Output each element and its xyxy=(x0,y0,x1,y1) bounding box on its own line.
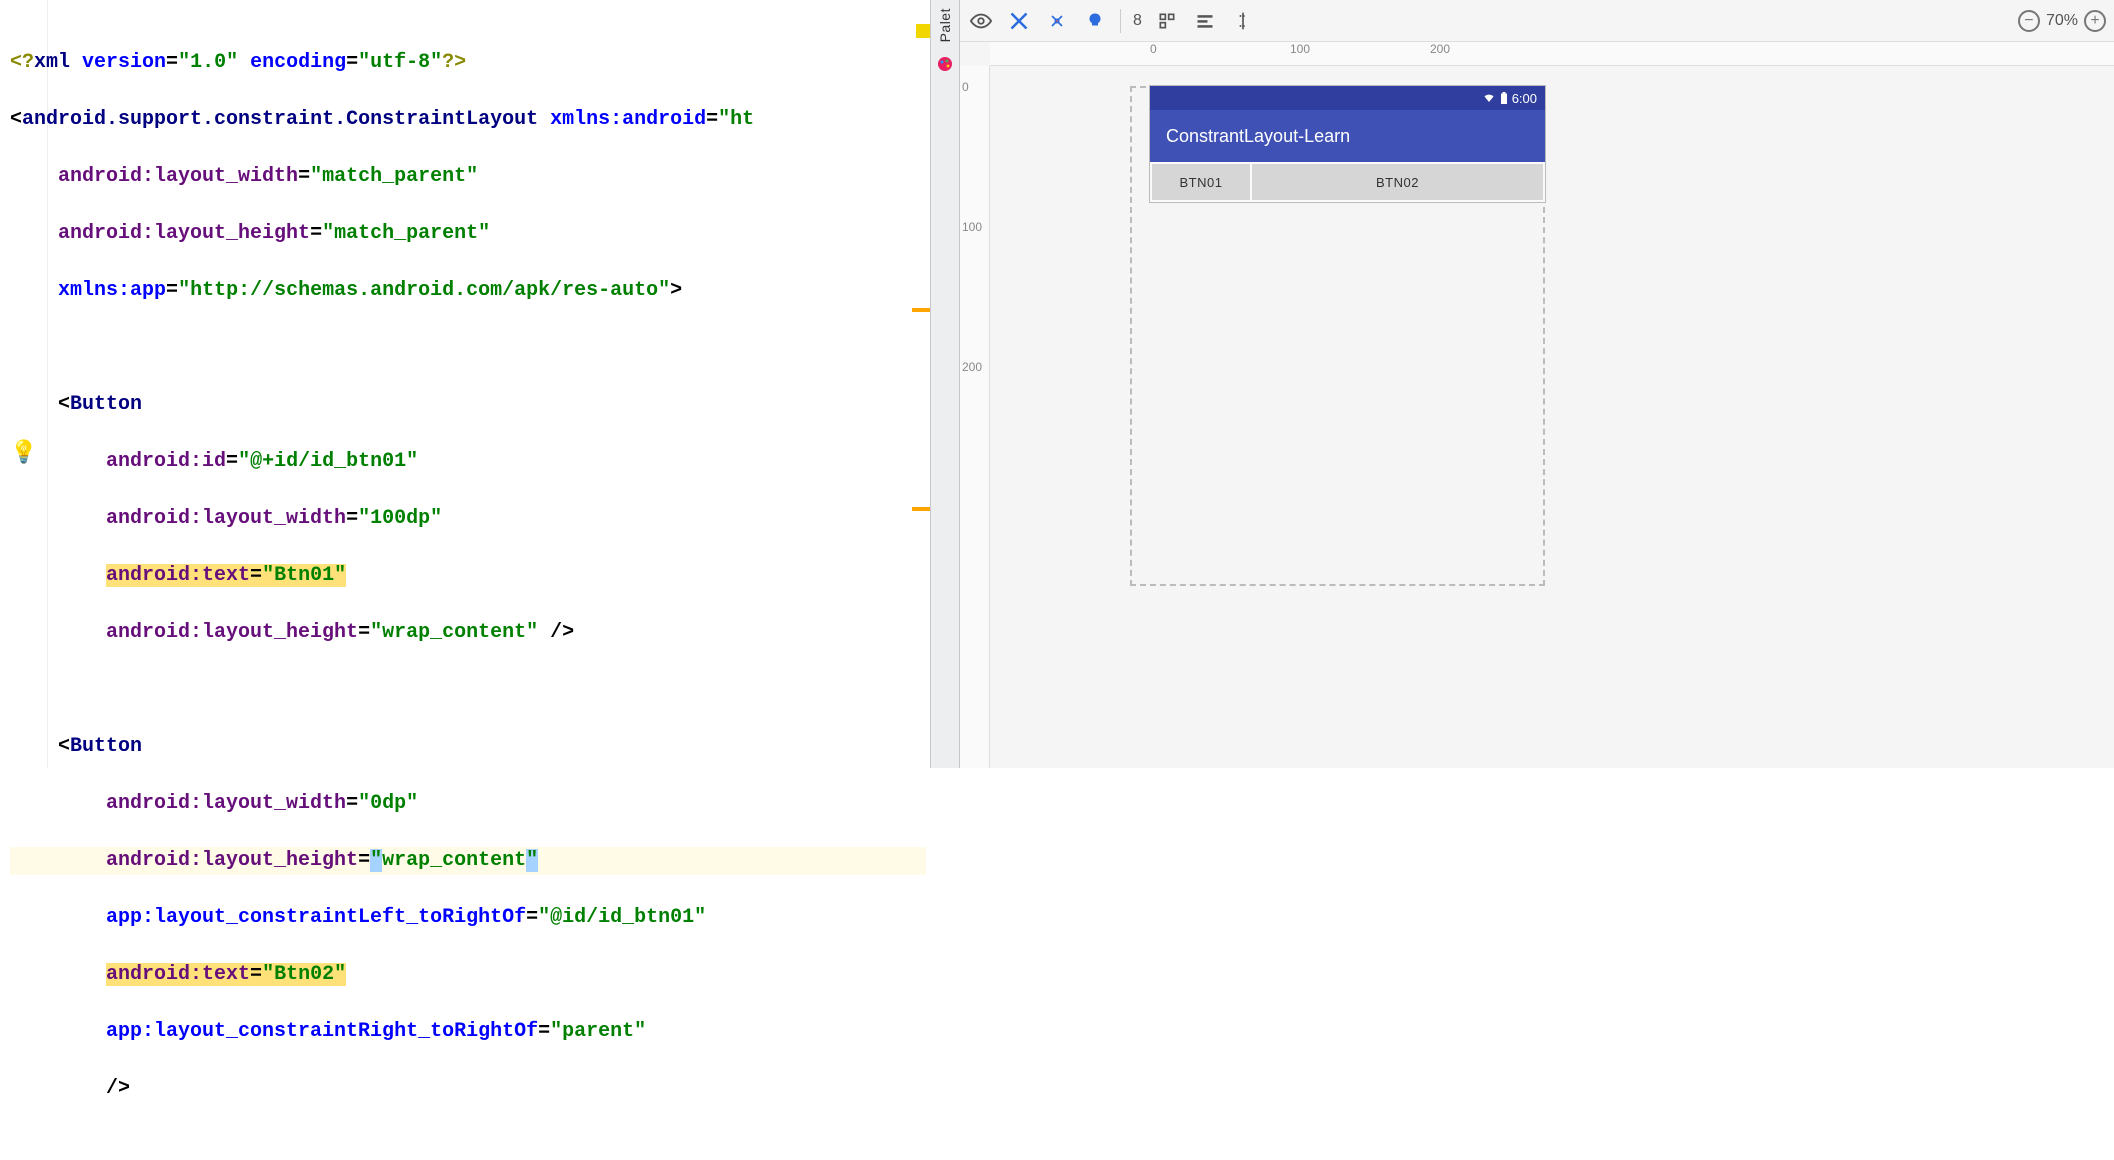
api-level-label[interactable]: 8 xyxy=(1133,12,1142,30)
design-toolbar: 8 − 70% + xyxy=(960,0,2114,42)
blueprint-toggle-icon[interactable] xyxy=(1006,8,1032,34)
autoconnect-icon[interactable] xyxy=(1044,8,1070,34)
palette-label: Palet xyxy=(937,8,953,42)
zoom-controls: − 70% + xyxy=(2018,10,2106,32)
lightbulb-infer-icon[interactable] xyxy=(1082,8,1108,34)
palette-icon xyxy=(937,56,953,72)
eye-icon[interactable] xyxy=(968,8,994,34)
device-frame[interactable]: 6:00 ConstrantLayout-Learn BTN01 BTN02 xyxy=(1150,86,1545,202)
horizontal-ruler: 0 100 200 xyxy=(990,42,2114,66)
device-content: BTN01 BTN02 xyxy=(1150,162,1545,202)
battery-icon xyxy=(1500,92,1508,104)
zoom-in-button[interactable]: + xyxy=(2084,10,2106,32)
app-title: ConstrantLayout-Learn xyxy=(1166,126,1350,147)
zoom-level-label: 70% xyxy=(2046,12,2078,30)
align-icon[interactable] xyxy=(1192,8,1218,34)
code-content[interactable]: <?xml version="1.0" encoding="utf-8"?> <… xyxy=(10,20,926,1160)
palette-tab[interactable]: Palet xyxy=(930,0,960,768)
vertical-ruler: 0 100 200 xyxy=(960,66,990,768)
design-preview-pane: 8 − 70% + 0 100 200 0 100 200 6:0 xyxy=(960,0,2114,768)
preview-button-btn01[interactable]: BTN01 xyxy=(1152,164,1250,200)
zoom-out-button[interactable]: − xyxy=(2018,10,2040,32)
wifi-icon xyxy=(1482,92,1496,104)
design-canvas[interactable]: 6:00 ConstrantLayout-Learn BTN01 BTN02 xyxy=(990,66,2114,768)
status-time: 6:00 xyxy=(1512,91,1537,106)
device-status-bar: 6:00 xyxy=(1150,86,1545,110)
toolbar-separator xyxy=(1120,9,1121,33)
code-editor-pane[interactable]: 💡 <?xml version="1.0" encoding="utf-8"?>… xyxy=(0,0,930,768)
xml-pi: <? xyxy=(10,51,34,74)
pack-icon[interactable] xyxy=(1154,8,1180,34)
app-bar: ConstrantLayout-Learn xyxy=(1150,110,1545,162)
preview-button-btn02[interactable]: BTN02 xyxy=(1252,164,1543,200)
guidelines-icon[interactable] xyxy=(1230,8,1256,34)
